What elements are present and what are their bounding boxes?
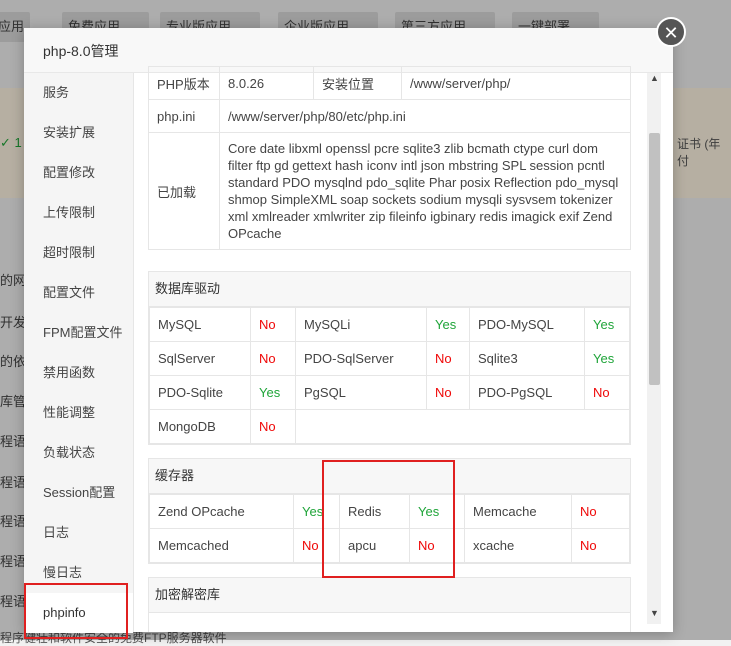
- install-path-value: /www/server/php/: [401, 66, 631, 100]
- sidebar-item-timeout-limit[interactable]: 超时限制: [24, 233, 133, 273]
- php-info-table: PHP版本 8.0.26 安装位置 /www/server/php/ php.i…: [148, 66, 631, 250]
- cache-name: xcache: [464, 528, 572, 563]
- table-row: MongoDB No: [149, 409, 630, 444]
- scroll-up-arrow-icon[interactable]: ▲: [650, 73, 659, 83]
- crypto-section: 加密解密库: [148, 577, 631, 632]
- sidebar-item-performance[interactable]: 性能调整: [24, 393, 133, 433]
- driver-status: No: [250, 341, 296, 376]
- driver-status: No: [250, 307, 296, 342]
- driver-status: No: [426, 341, 470, 376]
- driver-status: Yes: [426, 307, 470, 342]
- close-icon: ✕: [663, 23, 679, 43]
- sidebar-item-fpm-config[interactable]: FPM配置文件: [24, 313, 133, 353]
- sidebar-item-log[interactable]: 日志: [24, 513, 133, 553]
- driver-name: PDO-PgSQL: [469, 375, 585, 410]
- scrollbar-thumb[interactable]: [649, 133, 660, 385]
- php-version-value: 8.0.26: [219, 66, 314, 100]
- driver-name: PDO-SqlServer: [295, 341, 427, 376]
- close-dialog-button[interactable]: ✕: [656, 17, 686, 47]
- install-path-label: 安装位置: [313, 66, 402, 100]
- driver-status: No: [584, 375, 630, 410]
- driver-status: Yes: [250, 375, 296, 410]
- php-ini-value: /www/server/php/80/etc/php.ini: [219, 99, 631, 133]
- driver-status: No: [426, 375, 470, 410]
- cache-name: Memcache: [464, 494, 572, 529]
- sidebar-item-upload-limit[interactable]: 上传限制: [24, 193, 133, 233]
- cache-name: Memcached: [149, 528, 294, 563]
- cache-name: Zend OPcache: [149, 494, 294, 529]
- driver-status: Yes: [584, 307, 630, 342]
- driver-status: No: [250, 409, 296, 444]
- driver-name: PgSQL: [295, 375, 427, 410]
- db-drivers-section: 数据库驱动 MySQL No MySQLi Yes PDO-MySQL Yes …: [148, 271, 631, 445]
- driver-name: SqlServer: [149, 341, 251, 376]
- sidebar-item-load-status[interactable]: 负载状态: [24, 433, 133, 473]
- sidebar-item-service[interactable]: 服务: [24, 73, 133, 113]
- db-drivers-title: 数据库驱动: [149, 272, 630, 307]
- sidebar-item-config-file[interactable]: 配置文件: [24, 273, 133, 313]
- driver-name: MongoDB: [149, 409, 251, 444]
- crypto-title: 加密解密库: [149, 578, 630, 613]
- empty-cell: [295, 409, 630, 444]
- dialog-title: php-8.0管理: [43, 43, 119, 59]
- driver-name: MySQLi: [295, 307, 427, 342]
- php-version-label: PHP版本: [148, 66, 220, 100]
- table-row: MySQL No MySQLi Yes PDO-MySQL Yes: [149, 307, 630, 342]
- sidebar-item-disabled-functions[interactable]: 禁用函数: [24, 353, 133, 393]
- highlight-box-redis-apcu: [322, 460, 455, 578]
- table-row: PHP版本 8.0.26 安装位置 /www/server/php/: [148, 66, 631, 100]
- cache-status: No: [571, 494, 630, 529]
- table-row: PDO-Sqlite Yes PgSQL No PDO-PgSQL No: [149, 375, 630, 410]
- loaded-label: 已加载: [148, 132, 220, 250]
- table-row: 已加载 Core date libxml openssl pcre sqlite…: [148, 132, 631, 250]
- loaded-extensions-value: Core date libxml openssl pcre sqlite3 zl…: [219, 132, 631, 250]
- table-row: php.ini /www/server/php/80/etc/php.ini: [148, 99, 631, 133]
- table-row: SqlServer No PDO-SqlServer No Sqlite3 Ye…: [149, 341, 630, 376]
- driver-name: MySQL: [149, 307, 251, 342]
- highlight-box-phpinfo: [24, 583, 128, 639]
- sidebar-item-session[interactable]: Session配置: [24, 473, 133, 513]
- sidebar-item-install-extensions[interactable]: 安装扩展: [24, 113, 133, 153]
- driver-name: Sqlite3: [469, 341, 585, 376]
- php-ini-label: php.ini: [148, 99, 220, 133]
- db-drivers-table: MySQL No MySQLi Yes PDO-MySQL Yes SqlSer…: [149, 307, 630, 444]
- driver-status: Yes: [584, 341, 630, 376]
- sidebar-item-config-edit[interactable]: 配置修改: [24, 153, 133, 193]
- scroll-down-arrow-icon[interactable]: ▼: [650, 608, 659, 618]
- driver-name: PDO-Sqlite: [149, 375, 251, 410]
- settings-sidebar: 服务 安装扩展 配置修改 上传限制 超时限制 配置文件 FPM配置文件 禁用函数…: [24, 73, 134, 633]
- cache-status: No: [571, 528, 630, 563]
- driver-name: PDO-MySQL: [469, 307, 585, 342]
